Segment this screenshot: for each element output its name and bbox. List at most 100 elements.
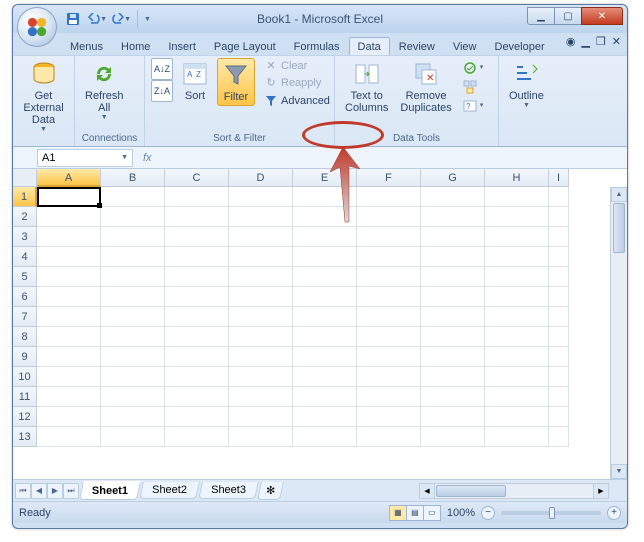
cell-E2[interactable] — [293, 207, 357, 227]
cell-A11[interactable] — [37, 387, 101, 407]
doc-restore-button[interactable]: ❐ — [596, 35, 606, 48]
column-header-A[interactable]: A — [37, 169, 101, 187]
cell-C3[interactable] — [165, 227, 229, 247]
cell-F12[interactable] — [357, 407, 421, 427]
cell-G9[interactable] — [421, 347, 485, 367]
tab-review[interactable]: Review — [390, 37, 444, 55]
tab-home[interactable]: Home — [112, 37, 159, 55]
cell-A8[interactable] — [37, 327, 101, 347]
cell-C6[interactable] — [165, 287, 229, 307]
cell-E12[interactable] — [293, 407, 357, 427]
cell-I8[interactable] — [549, 327, 569, 347]
advanced-button[interactable]: Advanced — [261, 93, 333, 110]
zoom-out-button[interactable]: − — [481, 506, 495, 520]
row-header-10[interactable]: 10 — [13, 367, 37, 387]
cell-C9[interactable] — [165, 347, 229, 367]
refresh-all-button[interactable]: Refresh All ▼ — [81, 58, 128, 124]
cell-H10[interactable] — [485, 367, 549, 387]
cell-F1[interactable] — [357, 187, 421, 207]
first-sheet-button[interactable]: ⏮ — [15, 483, 31, 499]
cell-D2[interactable] — [229, 207, 293, 227]
column-header-G[interactable]: G — [421, 169, 485, 187]
cell-A4[interactable] — [37, 247, 101, 267]
cell-E11[interactable] — [293, 387, 357, 407]
cell-F4[interactable] — [357, 247, 421, 267]
sort-asc-button[interactable]: A↓Z — [151, 58, 173, 80]
cell-D7[interactable] — [229, 307, 293, 327]
cell-D9[interactable] — [229, 347, 293, 367]
normal-view-button[interactable]: ▦ — [389, 505, 407, 521]
cell-D13[interactable] — [229, 427, 293, 447]
cell-H9[interactable] — [485, 347, 549, 367]
cell-H8[interactable] — [485, 327, 549, 347]
cell-C2[interactable] — [165, 207, 229, 227]
cell-D3[interactable] — [229, 227, 293, 247]
cell-A3[interactable] — [37, 227, 101, 247]
cell-I6[interactable] — [549, 287, 569, 307]
cell-A5[interactable] — [37, 267, 101, 287]
cell-C11[interactable] — [165, 387, 229, 407]
cell-C5[interactable] — [165, 267, 229, 287]
data-validation-button[interactable]: ▾ — [460, 60, 487, 76]
cell-A1[interactable] — [37, 187, 101, 207]
cell-I9[interactable] — [549, 347, 569, 367]
cell-D11[interactable] — [229, 387, 293, 407]
cell-G8[interactable] — [421, 327, 485, 347]
cell-A6[interactable] — [37, 287, 101, 307]
ribbon-help-icon[interactable]: ◉ — [566, 35, 576, 48]
cell-H4[interactable] — [485, 247, 549, 267]
sort-button[interactable]: AZ Sort — [177, 58, 213, 104]
cell-E5[interactable] — [293, 267, 357, 287]
redo-button[interactable]: ▼ — [111, 9, 131, 29]
zoom-in-button[interactable]: + — [607, 506, 621, 520]
cell-G5[interactable] — [421, 267, 485, 287]
cell-G13[interactable] — [421, 427, 485, 447]
close-button[interactable]: ✕ — [581, 7, 623, 25]
cell-I10[interactable] — [549, 367, 569, 387]
cell-A13[interactable] — [37, 427, 101, 447]
cell-G4[interactable] — [421, 247, 485, 267]
zoom-level[interactable]: 100% — [447, 507, 475, 519]
cell-C4[interactable] — [165, 247, 229, 267]
select-all-corner[interactable] — [13, 169, 37, 187]
fx-button[interactable]: fx — [143, 152, 152, 164]
cell-I13[interactable] — [549, 427, 569, 447]
cell-B10[interactable] — [101, 367, 165, 387]
tab-view[interactable]: View — [444, 37, 486, 55]
tab-developer[interactable]: Developer — [486, 37, 554, 55]
cell-B5[interactable] — [101, 267, 165, 287]
doc-minimize-button[interactable]: ▁ — [581, 35, 589, 48]
sort-desc-button[interactable]: Z↓A — [151, 80, 173, 102]
cell-E3[interactable] — [293, 227, 357, 247]
cell-E8[interactable] — [293, 327, 357, 347]
cell-C12[interactable] — [165, 407, 229, 427]
cell-D10[interactable] — [229, 367, 293, 387]
row-header-6[interactable]: 6 — [13, 287, 37, 307]
sheet-tab-2[interactable]: Sheet2 — [139, 482, 199, 499]
cell-F10[interactable] — [357, 367, 421, 387]
row-header-12[interactable]: 12 — [13, 407, 37, 427]
cell-B11[interactable] — [101, 387, 165, 407]
cell-C1[interactable] — [165, 187, 229, 207]
cell-I5[interactable] — [549, 267, 569, 287]
column-header-I[interactable]: I — [549, 169, 569, 187]
cell-E1[interactable] — [293, 187, 357, 207]
cell-D8[interactable] — [229, 327, 293, 347]
scroll-left-button[interactable]: ◀ — [420, 484, 435, 498]
sheet-tab-3[interactable]: Sheet3 — [198, 482, 258, 499]
cell-G6[interactable] — [421, 287, 485, 307]
minimize-button[interactable]: ▁ — [527, 7, 555, 25]
insert-sheet-button[interactable]: ✻ — [257, 482, 284, 500]
row-header-9[interactable]: 9 — [13, 347, 37, 367]
horizontal-scrollbar[interactable]: ◀ ▶ — [419, 483, 609, 499]
name-box[interactable]: A1 ▼ — [37, 149, 133, 167]
cell-B2[interactable] — [101, 207, 165, 227]
cell-B4[interactable] — [101, 247, 165, 267]
outline-button[interactable]: Outline ▼ — [505, 58, 548, 112]
cell-B7[interactable] — [101, 307, 165, 327]
cell-D6[interactable] — [229, 287, 293, 307]
page-break-view-button[interactable]: ▭ — [423, 505, 441, 521]
row-header-1[interactable]: 1 — [13, 187, 37, 207]
row-header-3[interactable]: 3 — [13, 227, 37, 247]
cell-A2[interactable] — [37, 207, 101, 227]
